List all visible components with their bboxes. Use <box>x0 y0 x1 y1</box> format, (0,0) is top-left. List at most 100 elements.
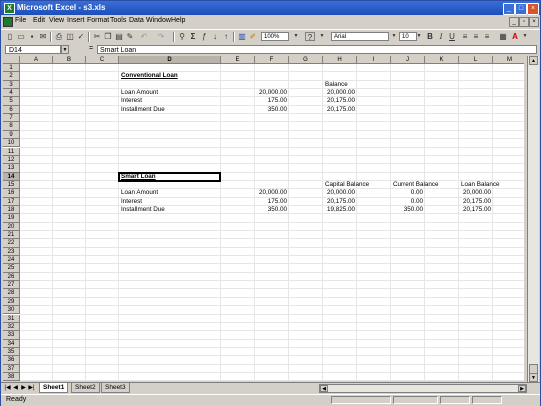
font-color-icon[interactable]: A <box>510 32 520 41</box>
cell-h5[interactable]: 20,175.00 <box>325 97 355 105</box>
font-color-dropdown-icon[interactable]: ▼ <box>520 32 530 41</box>
row-header-26[interactable]: 26 <box>3 272 20 282</box>
row-header-33[interactable]: 33 <box>3 331 20 340</box>
row-header-32[interactable]: 32 <box>3 322 20 332</box>
cell-h6[interactable]: 20,175.00 <box>325 106 355 114</box>
row-header-35[interactable]: 35 <box>3 347 20 357</box>
doc-restore-button[interactable]: ▫ <box>519 17 529 27</box>
cell-j17[interactable]: 0.00 <box>393 198 423 206</box>
prev-sheet-icon[interactable]: ◀ <box>12 384 19 392</box>
help-dropdown-icon[interactable]: ▼ <box>317 32 327 41</box>
row-header-6[interactable]: 6 <box>3 105 20 115</box>
workbook-icon[interactable] <box>3 17 13 27</box>
zoom-dropdown-icon[interactable]: ▼ <box>291 32 301 41</box>
row-header-30[interactable]: 30 <box>3 306 20 315</box>
formula-input[interactable]: Smart Loan <box>97 45 537 54</box>
row-header-23[interactable]: 23 <box>3 247 20 257</box>
cell-f5[interactable]: 175.00 <box>257 97 287 105</box>
spelling-icon[interactable]: ✓ <box>76 32 86 41</box>
menu-view[interactable]: View <box>49 17 64 24</box>
row-header-24[interactable]: 24 <box>3 256 20 265</box>
column-header-c[interactable]: C <box>86 56 119 64</box>
cell-l17[interactable]: 20,175.00 <box>461 198 491 206</box>
cell-f16[interactable]: 20,000.00 <box>257 189 287 197</box>
column-header-g[interactable]: G <box>289 56 323 64</box>
menu-window[interactable]: Window <box>146 17 171 24</box>
row-header-29[interactable]: 29 <box>3 297 20 307</box>
menu-help[interactable]: Help <box>171 17 185 24</box>
sheet-tab-sheet2[interactable]: Sheet2 <box>71 383 100 393</box>
row-header-9[interactable]: 9 <box>3 130 20 140</box>
save-icon[interactable]: ▪ <box>27 32 37 41</box>
cell-d17[interactable]: Interest <box>121 198 219 206</box>
cell-d4[interactable]: Loan Amount <box>121 89 219 97</box>
cell-f6[interactable]: 350.00 <box>257 106 287 114</box>
menu-insert[interactable]: Insert <box>67 17 85 24</box>
cell-d5[interactable]: Interest <box>121 97 219 105</box>
horizontal-scrollbar[interactable]: ◀ ▶ <box>319 384 527 393</box>
open-icon[interactable]: ▭ <box>16 32 26 41</box>
maximize-button[interactable]: □ <box>515 3 527 15</box>
cell-d16[interactable]: Loan Amount <box>121 189 219 197</box>
name-box-dropdown-icon[interactable]: ▼ <box>61 45 69 54</box>
name-box[interactable]: D14 <box>5 45 61 54</box>
row-header-7[interactable]: 7 <box>3 114 20 123</box>
column-header-l[interactable]: L <box>459 56 493 64</box>
doc-minimize-button[interactable]: _ <box>509 17 519 27</box>
align-center-icon[interactable]: ≡ <box>471 32 481 41</box>
cell-h4[interactable]: 20,000.00 <box>325 89 355 97</box>
borders-icon[interactable]: ▦ <box>498 32 508 41</box>
cell-h17[interactable]: 20,175.00 <box>325 198 355 206</box>
font-dropdown-icon[interactable]: ▼ <box>389 32 399 41</box>
print-preview-icon[interactable]: ◫ <box>65 32 75 41</box>
cell-d6[interactable]: Installment Due <box>121 106 219 114</box>
row-header-1[interactable]: 1 <box>3 64 20 73</box>
cell-h18[interactable]: 19,825.00 <box>325 206 355 214</box>
row-header-18[interactable]: 18 <box>3 205 20 215</box>
close-button[interactable]: × <box>527 3 539 15</box>
column-header-e[interactable]: E <box>221 56 255 64</box>
row-header-31[interactable]: 31 <box>3 314 20 323</box>
font-box[interactable]: Arial <box>331 32 389 41</box>
worksheet-grid[interactable]: ABCDEFGHIJKLMN12345678910111213141516171… <box>3 56 524 381</box>
sort-descending-icon[interactable]: ↑ <box>221 32 231 41</box>
email-icon[interactable]: ✉ <box>38 32 48 41</box>
row-header-36[interactable]: 36 <box>3 356 20 365</box>
row-header-19[interactable]: 19 <box>3 214 20 223</box>
scroll-up-icon[interactable]: ▲ <box>529 56 538 65</box>
sort-ascending-icon[interactable]: ↓ <box>210 32 220 41</box>
underline-icon[interactable]: U <box>447 32 457 41</box>
row-header-16[interactable]: 16 <box>3 189 20 198</box>
cut-icon[interactable]: ✂ <box>92 32 102 41</box>
cell-d18[interactable]: Installment Due <box>121 206 219 214</box>
cell-d2[interactable]: Conventional Loan <box>121 72 219 80</box>
copy-icon[interactable]: ❐ <box>103 32 113 41</box>
row-header-12[interactable]: 12 <box>3 155 20 165</box>
last-sheet-icon[interactable]: ▶| <box>28 384 35 392</box>
zoom-box[interactable]: 100% <box>261 32 289 41</box>
vertical-scrollbar[interactable]: ▲ ▼ <box>527 56 539 382</box>
row-header-4[interactable]: 4 <box>3 89 20 98</box>
row-header-28[interactable]: 28 <box>3 289 20 298</box>
row-header-17[interactable]: 17 <box>3 197 20 206</box>
cell-j16[interactable]: 0.00 <box>393 189 423 197</box>
cell-l18[interactable]: 20,175.00 <box>461 206 491 214</box>
row-header-20[interactable]: 20 <box>3 222 20 231</box>
minimize-button[interactable]: _ <box>503 3 515 15</box>
row-header-15[interactable]: 15 <box>3 180 20 190</box>
cell-j18[interactable]: 350.00 <box>393 206 423 214</box>
first-sheet-icon[interactable]: |◀ <box>4 384 11 392</box>
align-right-icon[interactable]: ≡ <box>482 32 492 41</box>
row-header-27[interactable]: 27 <box>3 281 20 290</box>
scroll-down-icon[interactable]: ▼ <box>529 373 538 382</box>
help-icon[interactable]: ? <box>305 32 315 42</box>
bold-icon[interactable]: B <box>425 32 435 41</box>
cell-l15[interactable]: Loan Balance <box>461 181 500 189</box>
row-header-2[interactable]: 2 <box>3 72 20 81</box>
row-header-14[interactable]: 14 <box>3 172 20 181</box>
row-header-8[interactable]: 8 <box>3 122 20 131</box>
new-icon[interactable]: ▯ <box>5 32 15 41</box>
active-cell-selection[interactable] <box>118 171 221 182</box>
format-painter-icon[interactable]: ✎ <box>125 32 135 41</box>
row-header-11[interactable]: 11 <box>3 147 20 156</box>
